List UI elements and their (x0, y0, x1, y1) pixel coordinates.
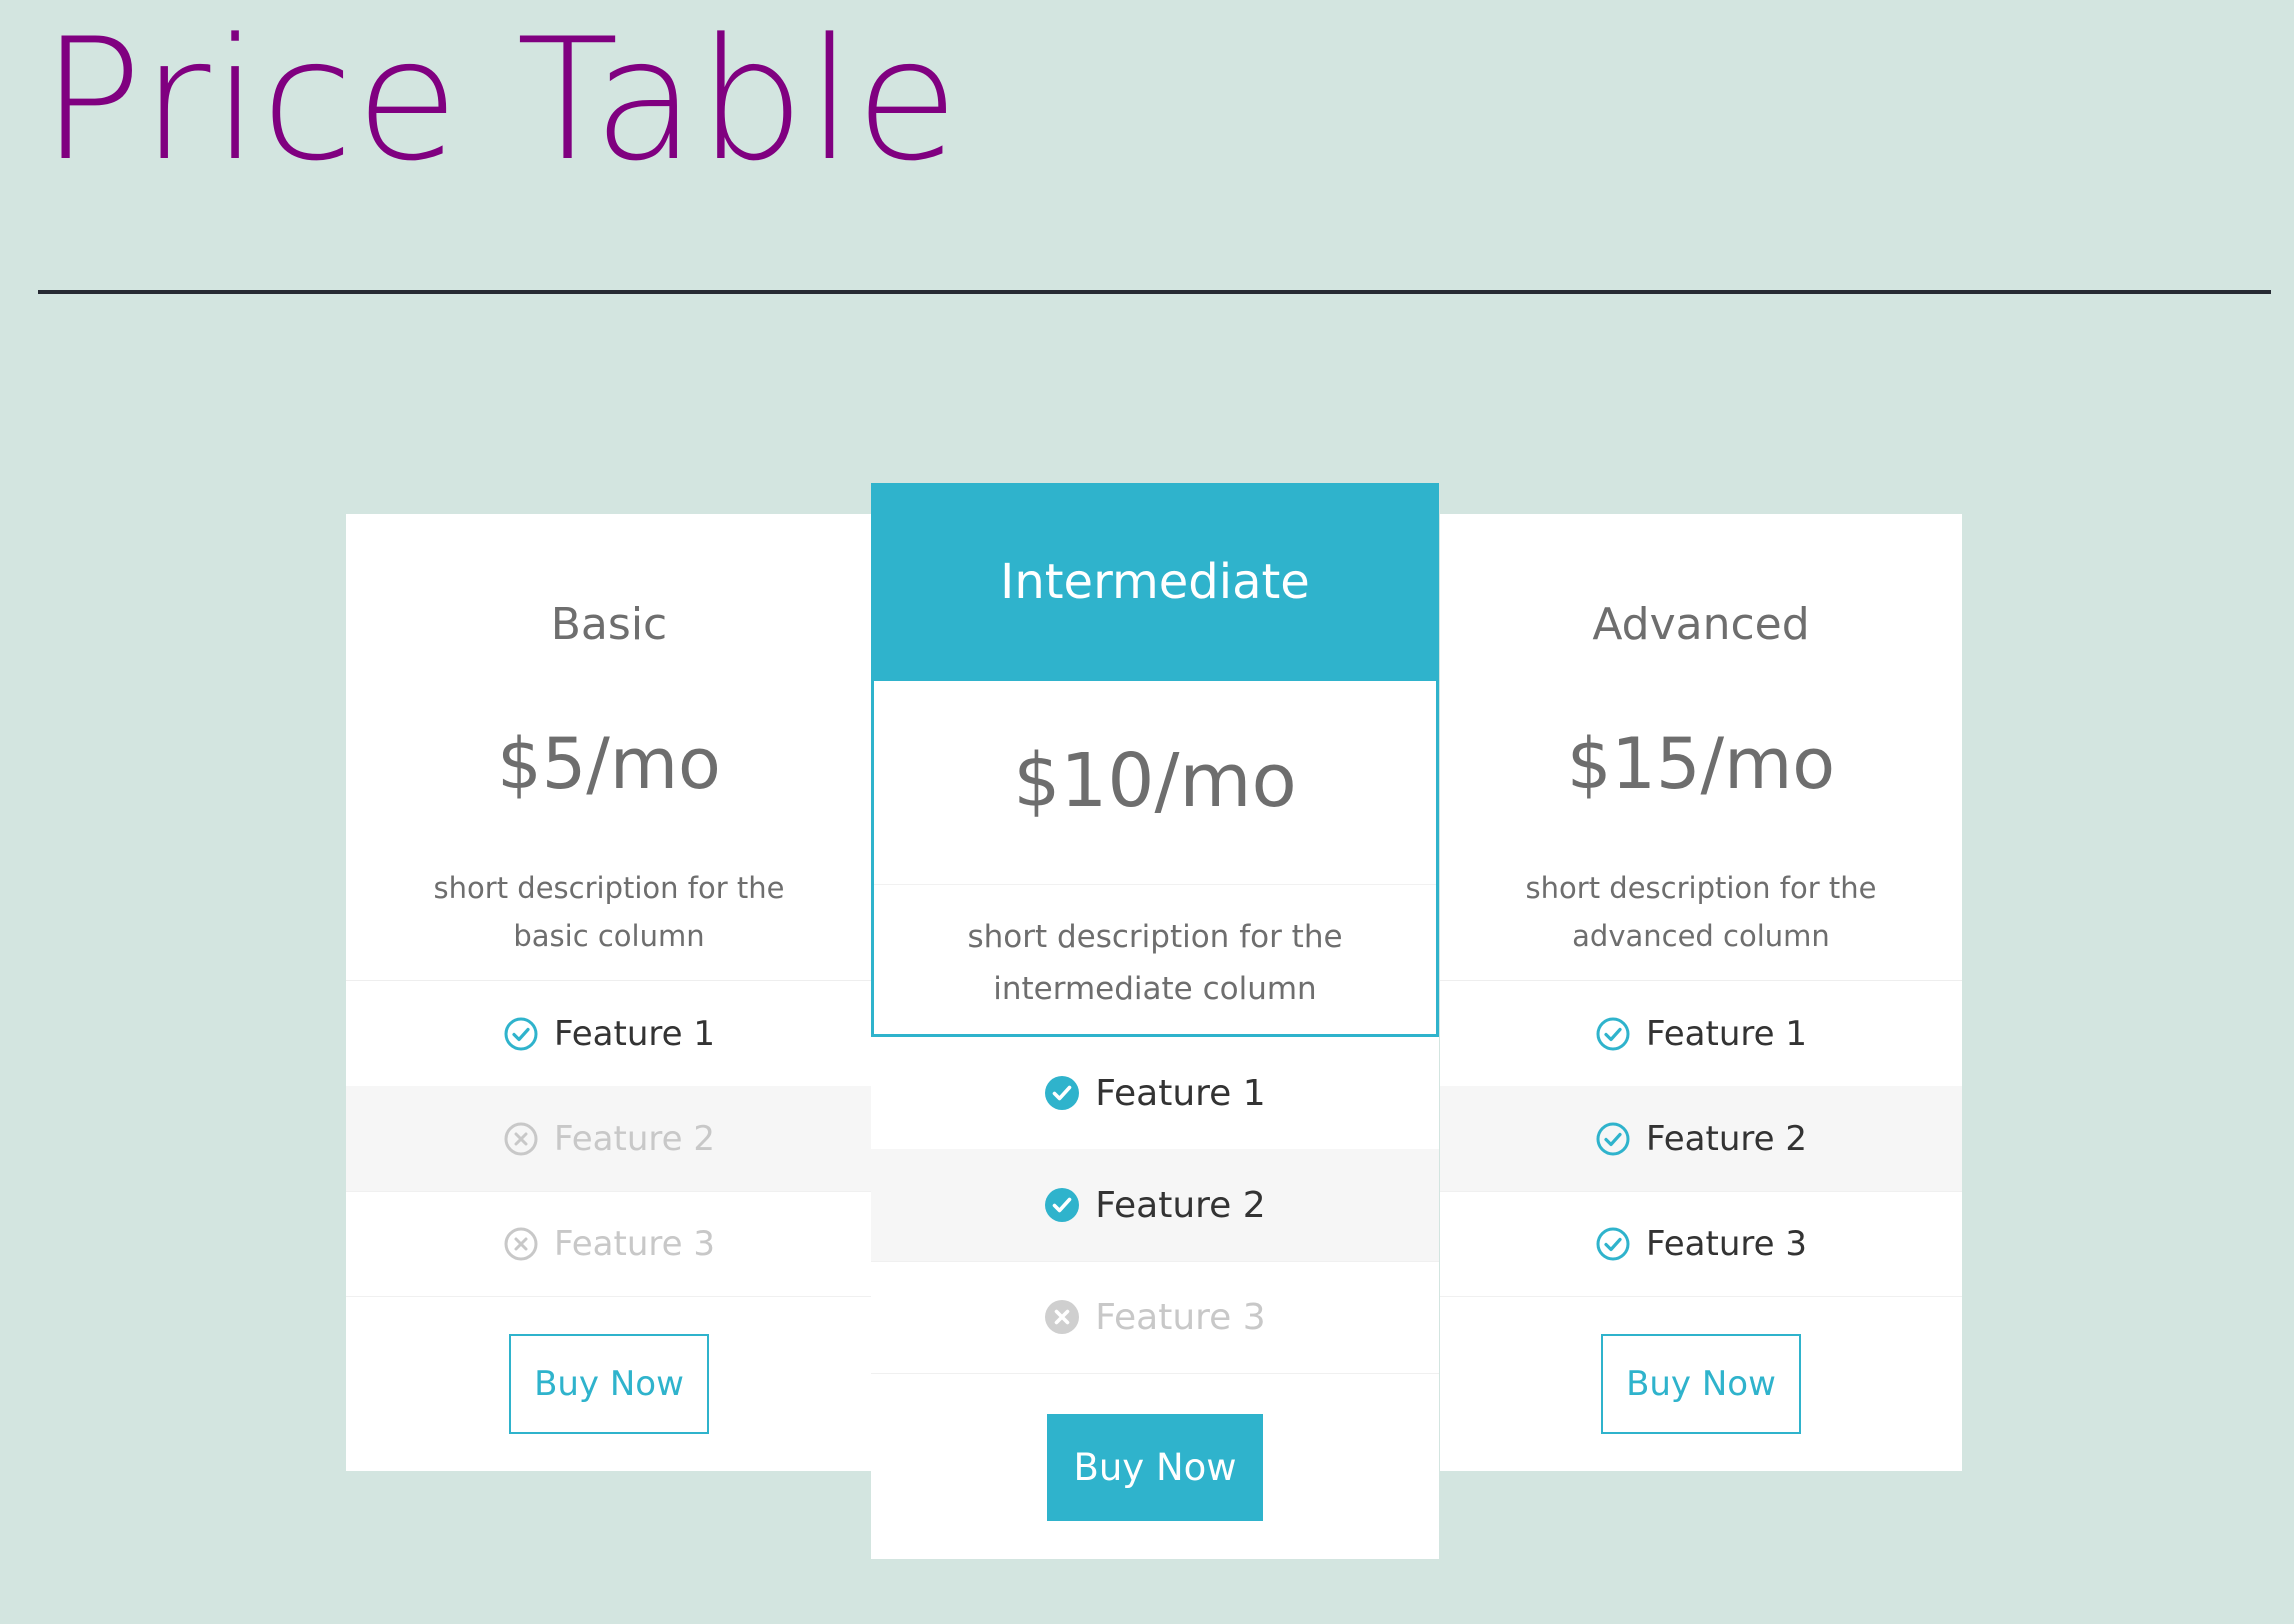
feature-label: Feature 2 (1646, 1118, 1807, 1159)
feature-row: Feature 1 (871, 1037, 1439, 1150)
plan-card-advanced: Advanced $15/mo short description for th… (1440, 514, 1962, 1471)
check-circle-outline-icon (503, 1016, 539, 1052)
check-circle-filled-icon (1044, 1075, 1080, 1111)
plan-name: Intermediate (871, 483, 1439, 681)
plan-card-intermediate: Intermediate $10/mo short description fo… (871, 483, 1439, 1559)
feature-row: Feature 3 (346, 1191, 872, 1297)
feature-label: Feature 1 (1646, 1013, 1807, 1054)
plan-name: Advanced (1592, 599, 1810, 650)
feature-label: Feature 2 (554, 1118, 715, 1159)
page-title: Price Table (41, 2, 961, 198)
plan-price: $5/mo (497, 723, 721, 805)
feature-row: Feature 1 (1440, 981, 1962, 1087)
plan-description: short description for the intermediate c… (967, 919, 1343, 1007)
plan-summary-box: $10/mo short description for the interme… (871, 681, 1439, 1037)
feature-label: Feature 3 (1095, 1296, 1266, 1338)
plan-card-basic: Basic $5/mo short description for the ba… (346, 514, 872, 1471)
feature-row: Feature 3 (871, 1261, 1439, 1374)
x-circle-outline-icon (503, 1121, 539, 1157)
feature-row: Feature 3 (1440, 1191, 1962, 1297)
check-circle-outline-icon (1595, 1226, 1631, 1262)
title-divider (38, 290, 2271, 294)
plan-name: Basic (550, 599, 668, 650)
feature-label: Feature 1 (1095, 1072, 1266, 1114)
x-circle-outline-icon (503, 1226, 539, 1262)
check-circle-outline-icon (1595, 1121, 1631, 1157)
feature-label: Feature 2 (1095, 1184, 1266, 1226)
feature-label: Feature 1 (554, 1013, 715, 1054)
feature-row: Feature 2 (1440, 1086, 1962, 1192)
check-circle-outline-icon (1595, 1016, 1631, 1052)
plan-description: short description for the basic column (433, 871, 785, 953)
feature-row: Feature 2 (346, 1086, 872, 1192)
buy-now-button[interactable]: Buy Now (1601, 1334, 1801, 1434)
plan-price: $10/mo (1013, 738, 1297, 824)
feature-row: Feature 1 (346, 981, 872, 1087)
buy-now-button[interactable]: Buy Now (1047, 1414, 1263, 1521)
feature-label: Feature 3 (1646, 1223, 1807, 1264)
feature-row: Feature 2 (871, 1149, 1439, 1262)
plan-description: short description for the advanced colum… (1525, 871, 1877, 953)
row-divider (874, 884, 1436, 885)
feature-label: Feature 3 (554, 1223, 715, 1264)
check-circle-filled-icon (1044, 1187, 1080, 1223)
x-circle-filled-icon (1044, 1299, 1080, 1335)
plan-price: $15/mo (1566, 723, 1836, 805)
buy-now-button[interactable]: Buy Now (509, 1334, 709, 1434)
